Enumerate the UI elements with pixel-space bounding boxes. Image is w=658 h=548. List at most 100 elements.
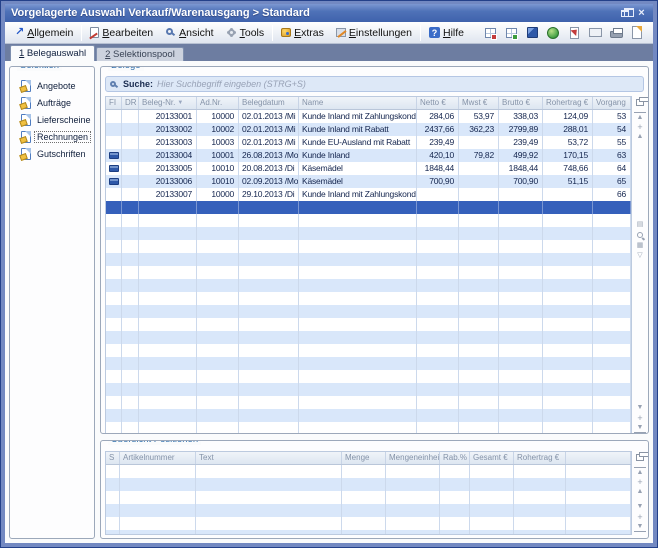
rows-view-icon[interactable]: ▦ — [634, 241, 646, 251]
table-row[interactable]: 20133004 10001 26.08.2013 /Mo Kunde Inla… — [106, 149, 631, 162]
empty-row[interactable] — [106, 517, 631, 530]
empty-row[interactable] — [106, 409, 631, 422]
col-ad-nr[interactable]: Ad.Nr. — [197, 97, 239, 109]
column-chooser-icon[interactable] — [636, 454, 644, 461]
empty-row[interactable] — [106, 253, 631, 266]
table-row[interactable]: 20133007 10000 29.10.2013 /Di Kunde Inla… — [106, 188, 631, 201]
package-button[interactable] — [524, 25, 540, 41]
col-vorgang[interactable]: Vorgang — [593, 97, 631, 109]
table-row[interactable]: 20133001 10000 02.01.2013 /Mi Kunde Inla… — [106, 110, 631, 123]
col-netto[interactable]: Netto € — [417, 97, 459, 109]
empty-row[interactable] — [106, 465, 631, 478]
col-rohertrag[interactable]: Rohertrag € — [543, 97, 593, 109]
menu-extras[interactable]: Extras — [275, 24, 330, 42]
import-table-button[interactable] — [482, 25, 498, 41]
insert-row-icon[interactable]: + — [634, 122, 646, 132]
append-row-icon[interactable]: + — [634, 413, 646, 423]
col-rab[interactable]: Rab.% — [440, 452, 470, 464]
sidebar-item-rechnungen[interactable]: Rechnungen — [21, 128, 94, 145]
insert-row-icon[interactable]: + — [634, 477, 646, 487]
empty-row[interactable] — [106, 214, 631, 227]
col-gesamt[interactable]: Gesamt € — [470, 452, 514, 464]
sidebar-item-auftraege[interactable]: Aufträge — [21, 94, 94, 111]
empty-row[interactable] — [106, 331, 631, 344]
empty-row[interactable] — [106, 396, 631, 409]
col-mengeneinheit[interactable]: Mengeneinheit — [386, 452, 440, 464]
append-row-icon[interactable]: + — [634, 512, 646, 522]
print-button[interactable] — [608, 25, 624, 41]
scroll-up-icon[interactable]: ▲ — [634, 132, 646, 142]
filter-icon[interactable]: ▽ — [634, 251, 646, 261]
title-bar[interactable]: Vorgelagerte Auswahl Verkauf/Warenausgan… — [5, 4, 653, 22]
sidebar-item-gutschriften[interactable]: Gutschriften — [21, 145, 94, 162]
col-mwst[interactable]: Mwst € — [459, 97, 499, 109]
col-beleg-nr[interactable]: Beleg-Nr.▼ — [139, 97, 197, 109]
add-table-button[interactable] — [503, 25, 519, 41]
col-s[interactable]: S — [106, 452, 120, 464]
tab-selektionspool[interactable]: 2 Selektionspool — [96, 47, 184, 61]
cell — [459, 331, 499, 344]
col-text[interactable]: Text — [196, 452, 342, 464]
scroll-to-top-icon[interactable]: ▲ — [634, 467, 646, 477]
menu-hilfe[interactable]: ? Hilfe — [423, 24, 470, 42]
scroll-down-icon[interactable]: ▼ — [634, 502, 646, 512]
scroll-up-icon[interactable]: ▲ — [634, 487, 646, 497]
card-view-icon[interactable]: ▤ — [634, 220, 646, 230]
belege-legend: Belege — [108, 66, 144, 71]
table-row[interactable]: 20133005 10010 20.08.2013 /Di Käsemädel … — [106, 162, 631, 175]
scroll-down-icon[interactable]: ▼ — [634, 403, 646, 413]
cell-beleg-nr: 20133006 — [139, 175, 197, 188]
empty-row[interactable] — [106, 383, 631, 396]
cell-brutto: 239,49 — [499, 136, 543, 149]
selected-empty-row[interactable] — [106, 201, 631, 214]
mail-button[interactable] — [587, 25, 603, 41]
col-brutto[interactable]: Brutto € — [499, 97, 543, 109]
menu-allgemein[interactable]: ↗ Allgemein — [9, 24, 79, 42]
restore-button[interactable] — [617, 7, 632, 20]
table-row[interactable]: 20133003 10003 02.01.2013 /Mi Kunde EU-A… — [106, 136, 631, 149]
tab-belegauswahl[interactable]: 1 Belegauswahl — [10, 45, 95, 61]
sidebar-item-lieferscheine[interactable]: Lieferscheine — [21, 111, 94, 128]
globe-button[interactable] — [545, 25, 561, 41]
empty-row[interactable] — [106, 292, 631, 305]
export-document-button[interactable] — [566, 25, 582, 41]
scroll-to-bottom-icon[interactable]: ▼ — [634, 423, 646, 433]
sidebar-item-angebote[interactable]: Angebote — [21, 77, 94, 94]
menu-ansicht[interactable]: Ansicht — [159, 24, 219, 42]
cell-rohertrag: 51,15 — [543, 175, 593, 188]
menu-einstellungen[interactable]: Einstellungen — [330, 24, 418, 42]
search-input[interactable] — [157, 77, 639, 91]
empty-row[interactable] — [106, 370, 631, 383]
empty-row[interactable] — [106, 344, 631, 357]
empty-row[interactable] — [106, 318, 631, 331]
empty-row[interactable] — [106, 491, 631, 504]
empty-row[interactable] — [106, 227, 631, 240]
col-rohertrag[interactable]: Rohertrag € — [514, 452, 566, 464]
zoom-search-icon[interactable] — [637, 232, 643, 238]
empty-row[interactable] — [106, 504, 631, 517]
table-row[interactable]: 20133006 10010 02.09.2013 /Mo Käsemädel … — [106, 175, 631, 188]
empty-row[interactable] — [106, 266, 631, 279]
empty-row[interactable] — [106, 305, 631, 318]
search-bar[interactable]: Suche: — [105, 76, 644, 92]
col-dr[interactable]: DR — [122, 97, 139, 109]
menu-bearbeiten[interactable]: Bearbeiten — [84, 24, 159, 42]
empty-row[interactable] — [106, 530, 631, 535]
empty-row[interactable] — [106, 357, 631, 370]
close-button[interactable]: × — [634, 7, 649, 20]
menu-tools[interactable]: Tools — [220, 24, 271, 42]
empty-row[interactable] — [106, 240, 631, 253]
table-row[interactable]: 20133002 10002 02.01.2013 /Mi Kunde Inla… — [106, 123, 631, 136]
col-artikelnummer[interactable]: Artikelnummer — [120, 452, 196, 464]
column-chooser-icon[interactable] — [636, 99, 644, 106]
empty-row[interactable] — [106, 478, 631, 491]
scroll-to-top-icon[interactable]: ▲ — [634, 112, 646, 122]
col-name[interactable]: Name — [299, 97, 417, 109]
empty-row[interactable] — [106, 422, 631, 434]
col-fi[interactable]: FI — [106, 97, 122, 109]
col-menge[interactable]: Menge — [342, 452, 386, 464]
new-document-button[interactable] — [629, 25, 645, 41]
scroll-to-bottom-icon[interactable]: ▼ — [634, 522, 646, 532]
col-belegdatum[interactable]: Belegdatum — [239, 97, 299, 109]
empty-row[interactable] — [106, 279, 631, 292]
